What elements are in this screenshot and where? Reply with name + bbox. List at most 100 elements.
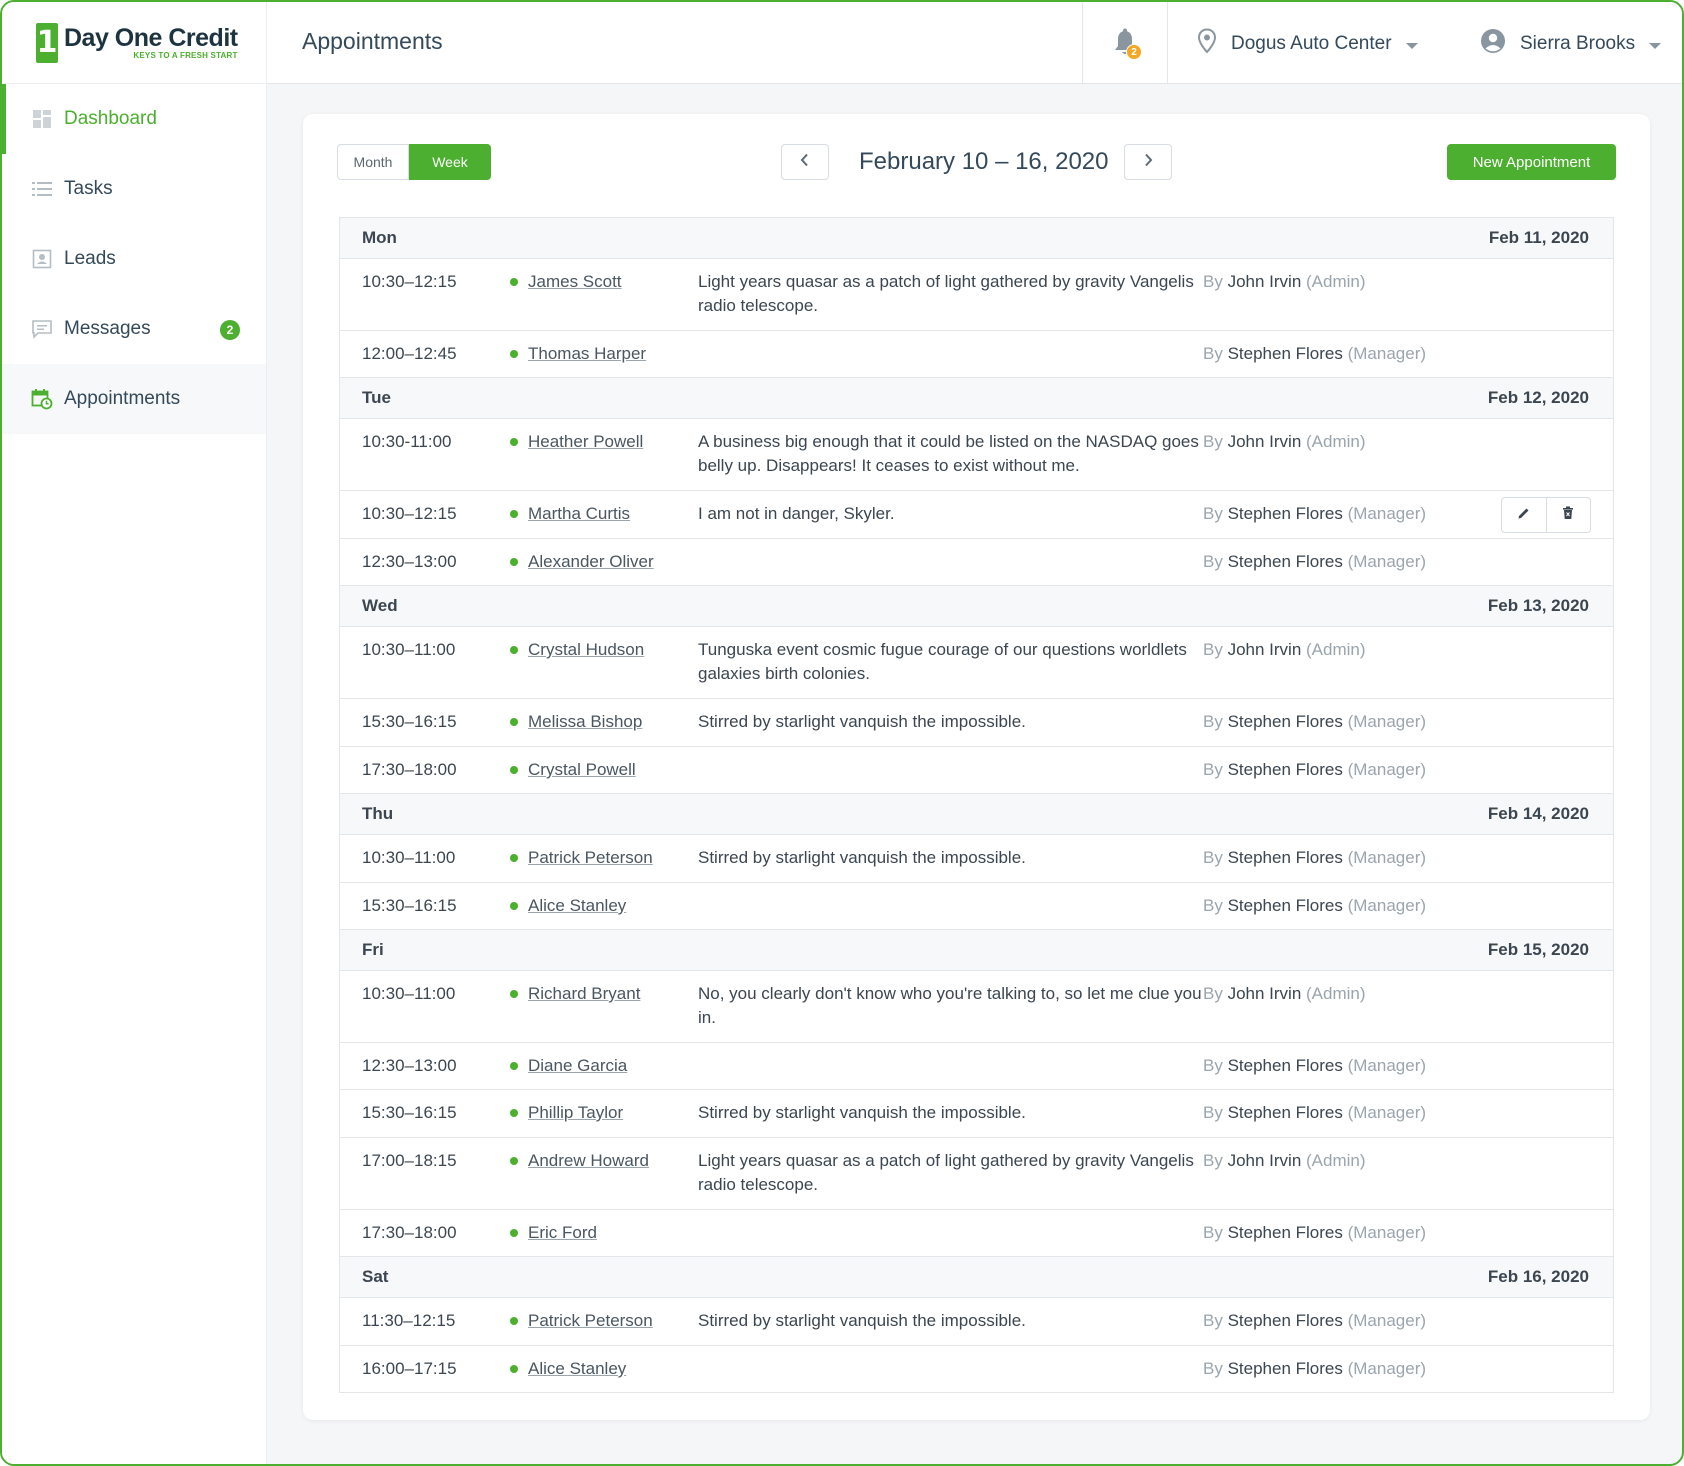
- sidebar-item-appointments[interactable]: Appointments: [2, 364, 266, 434]
- appointment-row[interactable]: 15:30–16:15 Phillip Taylor Stirred by star…: [340, 1090, 1613, 1138]
- appointments-table: Mon Feb 11, 2020 10:30–12:15 James Scott Lig…: [339, 217, 1614, 1393]
- status-dot-icon: [510, 718, 518, 726]
- appointment-row[interactable]: 11:30–12:15 Patrick Peterson Stirred by st…: [340, 1298, 1613, 1346]
- creator-role: (Manager): [1347, 712, 1427, 731]
- edit-appointment-button[interactable]: [1502, 498, 1546, 532]
- client-name-link[interactable]: Melissa Bishop: [528, 711, 642, 733]
- client-name-link[interactable]: Martha Curtis: [528, 503, 630, 525]
- client-name-link[interactable]: Thomas Harper: [528, 343, 646, 365]
- user-menu[interactable]: Sierra Brooks: [1480, 28, 1662, 60]
- creator-name: Stephen Flores: [1227, 1103, 1343, 1122]
- delete-appointment-button[interactable]: [1545, 498, 1590, 532]
- dashboard-icon: [30, 107, 54, 131]
- week-view-button[interactable]: Week: [409, 144, 491, 180]
- client-name-link[interactable]: Crystal Hudson: [528, 639, 644, 661]
- client-name-link[interactable]: Diane Garcia: [528, 1055, 627, 1077]
- appointment-row[interactable]: 10:30-11:00 Heather Powell A business big …: [340, 419, 1613, 491]
- appointment-row[interactable]: 17:30–18:00 Crystal Powell By Stephen Flor…: [340, 747, 1613, 794]
- client-name-link[interactable]: Andrew Howard: [528, 1150, 649, 1172]
- appointment-row[interactable]: 16:00–17:15 Alice Stanley By Stephen Flore…: [340, 1346, 1613, 1393]
- top-header: Appointments 2 Dogus Auto Center Sierra …: [267, 2, 1682, 84]
- appointment-time: 10:30–12:15: [362, 272, 457, 291]
- appointment-row[interactable]: 12:00–12:45 Thomas Harper By Stephen Flore…: [340, 331, 1613, 378]
- appointment-row[interactable]: 10:30–11:00 Richard Bryant No, you clearly…: [340, 971, 1613, 1043]
- location-dropdown[interactable]: Dogus Auto Center: [1197, 28, 1418, 60]
- appointment-row[interactable]: 15:30–16:15 Melissa Bishop Stirred by star…: [340, 699, 1613, 747]
- appointment-row[interactable]: 12:30–13:00 Alexander Oliver By Stephen Fl…: [340, 539, 1613, 586]
- appointment-created-by: By John Irvin (Admin): [1203, 1150, 1366, 1172]
- client-name-link[interactable]: Crystal Powell: [528, 759, 636, 781]
- prev-week-button[interactable]: [781, 144, 829, 180]
- day-header: Fri Feb 15, 2020: [340, 930, 1613, 971]
- appointment-row[interactable]: 10:30–11:00 Patrick Peterson Stirred by st…: [340, 835, 1613, 883]
- appointment-row[interactable]: 17:30–18:00 Eric Ford By Stephen Flores (M…: [340, 1210, 1613, 1257]
- notifications-button[interactable]: 2: [1112, 28, 1142, 62]
- logo-mark: 1: [36, 22, 58, 63]
- client-name-link[interactable]: Richard Bryant: [528, 983, 640, 1005]
- status-dot-icon: [510, 766, 518, 774]
- appointment-time: 15:30–16:15: [362, 1103, 457, 1122]
- by-prefix: By: [1203, 1056, 1223, 1075]
- client-name-link[interactable]: Patrick Peterson: [528, 847, 653, 869]
- client-name-link[interactable]: Alexander Oliver: [528, 551, 654, 573]
- client-name-link[interactable]: Alice Stanley: [528, 1358, 626, 1380]
- by-prefix: By: [1203, 640, 1223, 659]
- status-dot-icon: [510, 646, 518, 654]
- creator-role: (Admin): [1306, 984, 1366, 1003]
- appointment-row[interactable]: 10:30–12:15 James Scott Light years quasar…: [340, 259, 1613, 331]
- sidebar-item-tasks[interactable]: Tasks: [2, 154, 266, 224]
- by-prefix: By: [1203, 760, 1223, 779]
- creator-role: (Manager): [1347, 552, 1427, 571]
- client-name-link[interactable]: Patrick Peterson: [528, 1310, 653, 1332]
- sidebar-item-leads[interactable]: Leads: [2, 224, 266, 294]
- by-prefix: By: [1203, 712, 1223, 731]
- appointment-client: Diane Garcia: [510, 1055, 698, 1077]
- appointment-note: Light years quasar as a patch of light g…: [698, 1151, 1194, 1194]
- appointment-row[interactable]: 10:30–12:15 Martha Curtis I am not in dang…: [340, 491, 1613, 539]
- creator-role: (Admin): [1306, 272, 1366, 291]
- appointment-created-by: By Stephen Flores (Manager): [1203, 895, 1426, 917]
- appointment-time: 12:30–13:00: [362, 552, 457, 571]
- new-appointment-button[interactable]: New Appointment: [1447, 144, 1616, 180]
- appointment-time: 17:00–18:15: [362, 1151, 457, 1170]
- appointment-client: Martha Curtis: [510, 503, 698, 525]
- sidebar-item-label: Messages: [64, 318, 151, 339]
- appointment-note: Stirred by starlight vanquish the imposs…: [698, 1311, 1026, 1330]
- appointment-row[interactable]: 17:00–18:15 Andrew Howard Light years quas…: [340, 1138, 1613, 1210]
- chevron-right-icon: [1142, 153, 1154, 172]
- day-header: Mon Feb 11, 2020: [340, 218, 1613, 259]
- client-name-link[interactable]: Alice Stanley: [528, 895, 626, 917]
- creator-name: Stephen Flores: [1227, 504, 1343, 523]
- status-dot-icon: [510, 1317, 518, 1325]
- logo[interactable]: 1 Day One Credit KEYS TO A FRESH START: [2, 2, 266, 84]
- appointment-created-by: By Stephen Flores (Manager): [1203, 847, 1426, 869]
- header-divider: [1082, 2, 1083, 84]
- client-name-link[interactable]: Heather Powell: [528, 431, 643, 453]
- day-header: Wed Feb 13, 2020: [340, 586, 1613, 627]
- row-actions: [1501, 497, 1591, 533]
- sidebar: 1 Day One Credit KEYS TO A FRESH START D…: [2, 2, 267, 1464]
- sidebar-item-label: Dashboard: [64, 108, 157, 129]
- sidebar-item-dashboard[interactable]: Dashboard: [2, 84, 266, 154]
- status-dot-icon: [510, 1229, 518, 1237]
- appointment-client: Crystal Powell: [510, 759, 698, 781]
- appointment-row[interactable]: 15:30–16:15 Alice Stanley By Stephen Flore…: [340, 883, 1613, 930]
- sidebar-item-messages[interactable]: Messages 2: [2, 294, 266, 364]
- appointment-created-by: By Stephen Flores (Manager): [1203, 1102, 1426, 1124]
- appointment-time: 12:30–13:00: [362, 1056, 457, 1075]
- appointment-created-by: By Stephen Flores (Manager): [1203, 1055, 1426, 1077]
- month-view-button[interactable]: Month: [337, 144, 409, 180]
- next-week-button[interactable]: [1124, 144, 1172, 180]
- creator-name: Stephen Flores: [1227, 1359, 1343, 1378]
- appointment-row[interactable]: 12:30–13:00 Diane Garcia By Stephen Flores…: [340, 1043, 1613, 1090]
- client-name-link[interactable]: James Scott: [528, 271, 622, 293]
- appointment-created-by: By Stephen Flores (Manager): [1203, 1310, 1426, 1332]
- appointment-row[interactable]: 10:30–11:00 Crystal Hudson Tunguska event …: [340, 627, 1613, 699]
- client-name-link[interactable]: Phillip Taylor: [528, 1102, 623, 1124]
- creator-name: John Irvin: [1227, 432, 1302, 451]
- appointment-created-by: By John Irvin (Admin): [1203, 639, 1366, 661]
- client-name-link[interactable]: Eric Ford: [528, 1222, 597, 1244]
- creator-name: Stephen Flores: [1227, 760, 1343, 779]
- location-name: Dogus Auto Center: [1231, 33, 1392, 54]
- creator-name: Stephen Flores: [1227, 552, 1343, 571]
